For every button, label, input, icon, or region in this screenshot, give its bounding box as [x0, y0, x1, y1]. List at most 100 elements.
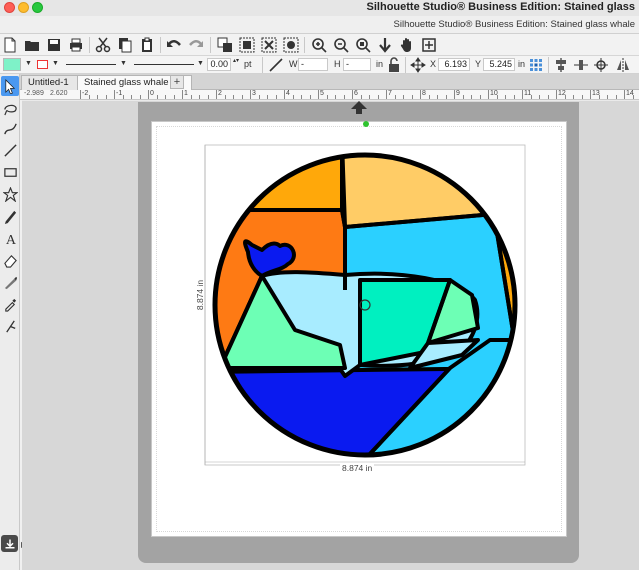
- new-document-icon[interactable]: [1, 36, 19, 54]
- ruler-minor-tick: [462, 95, 464, 99]
- line-tool-icon[interactable]: [268, 57, 284, 73]
- library-panel-button[interactable]: [1, 535, 18, 552]
- cursor-y-coordinate: 2.620: [50, 90, 68, 97]
- center-to-page-icon[interactable]: [593, 57, 609, 73]
- save-icon[interactable]: [45, 36, 63, 54]
- window-titlebar: Silhouette Studio® Business Edition: Sta…: [0, 0, 639, 16]
- tab-label: Untitled-1: [28, 77, 69, 88]
- zoom-out-icon[interactable]: [332, 36, 350, 54]
- line-tool[interactable]: [1, 140, 19, 160]
- align-icon[interactable]: [553, 57, 569, 73]
- line-color-dropdown-icon[interactable]: ▼: [52, 60, 59, 67]
- ruler-minor-tick: [190, 95, 192, 99]
- release-icon[interactable]: [282, 36, 300, 54]
- glass-pieces: [215, 155, 515, 455]
- line-style-sample[interactable]: [66, 64, 116, 65]
- ruler-number: 2: [218, 90, 222, 97]
- eraser-icon: [3, 254, 17, 268]
- fit-page-icon[interactable]: [420, 36, 438, 54]
- line-join-sample[interactable]: [134, 64, 194, 65]
- rectangle-tool[interactable]: [1, 162, 19, 182]
- cut-icon[interactable]: [94, 36, 112, 54]
- close-window-button[interactable]: [4, 2, 15, 13]
- horizontal-ruler: -2.989 2.620 -2 -1 0 1 2 3 4 5 6 7 8 9 10 11 12 13 14: [20, 90, 639, 100]
- mirror-icon[interactable]: [615, 57, 631, 73]
- ruler-tick: [420, 90, 421, 99]
- x-position-input[interactable]: 6.193: [438, 58, 470, 71]
- duplicate-icon[interactable]: [216, 36, 234, 54]
- download-icon: [5, 539, 14, 548]
- lock-aspect-icon[interactable]: [386, 57, 402, 73]
- eyedropper-tool[interactable]: [1, 294, 19, 314]
- line-width-input[interactable]: 0.00: [207, 58, 231, 71]
- ruler-minor-tick: [301, 95, 302, 99]
- size-unit: in: [376, 59, 384, 69]
- redo-icon[interactable]: [187, 36, 205, 54]
- eyedropper-icon: [4, 298, 16, 312]
- paste-icon[interactable]: [138, 36, 156, 54]
- maximize-window-button[interactable]: [32, 2, 43, 13]
- cut-line-icon: [5, 320, 15, 332]
- properties-toolbar: ▼ ▼ ▼ ▼ 0.00 ▴▾ pt W - H - in X 6.193 Y …: [0, 56, 639, 74]
- ruler-minor-tick: [437, 95, 438, 99]
- glass-piece: [215, 155, 344, 212]
- ruler-minor-tick: [139, 95, 141, 99]
- rotation-handle[interactable]: [363, 121, 369, 127]
- y-position-input[interactable]: 5.245: [483, 58, 515, 71]
- reference-point-icon[interactable]: [528, 57, 544, 73]
- print-icon[interactable]: [67, 36, 85, 54]
- line-join-dropdown-icon[interactable]: ▼: [197, 60, 204, 67]
- line-icon: [3, 143, 17, 157]
- ruler-tick: [556, 90, 557, 99]
- pan-down-icon[interactable]: [376, 36, 394, 54]
- ruler-minor-tick: [88, 95, 90, 99]
- pen-tool[interactable]: [1, 206, 19, 226]
- polygon-tool[interactable]: [1, 184, 19, 204]
- zoom-in-icon[interactable]: [310, 36, 328, 54]
- line-width-stepper-icon[interactable]: ▴▾: [233, 57, 239, 64]
- height-label: H: [334, 59, 341, 69]
- ruler-minor-tick: [156, 95, 158, 99]
- toolbar-separator: [405, 57, 406, 73]
- hand-icon[interactable]: [398, 36, 416, 54]
- draw-freehand-tool[interactable]: [1, 118, 19, 138]
- width-input[interactable]: -: [298, 58, 328, 71]
- toolbar-separator: [210, 37, 211, 53]
- y-label: Y: [475, 59, 482, 69]
- minimize-window-button[interactable]: [18, 2, 29, 13]
- ruler-minor-tick: [326, 95, 328, 99]
- ruler-number: 5: [320, 90, 324, 97]
- undo-icon[interactable]: [165, 36, 183, 54]
- open-folder-icon[interactable]: [23, 36, 41, 54]
- ruler-minor-tick: [547, 95, 549, 99]
- ruler-minor-tick: [369, 95, 370, 99]
- scissors-tool[interactable]: [1, 316, 19, 336]
- copy-icon[interactable]: [116, 36, 134, 54]
- line-style-dropdown-icon[interactable]: ▼: [120, 60, 127, 67]
- eraser-tool[interactable]: [1, 250, 19, 270]
- ruler-minor-tick: [131, 95, 132, 99]
- edit-points-tool[interactable]: [1, 98, 19, 118]
- move-icon[interactable]: [410, 57, 426, 73]
- ruler-minor-tick: [496, 95, 498, 99]
- select-tool[interactable]: [1, 76, 19, 96]
- distribute-icon[interactable]: [573, 57, 589, 73]
- ruler-tick: [590, 90, 591, 99]
- text-tool[interactable]: A: [1, 228, 19, 248]
- rectangle-icon: [3, 167, 17, 177]
- group-icon[interactable]: [238, 36, 256, 54]
- ruler-number: 0: [150, 90, 154, 97]
- knife-tool[interactable]: [1, 272, 19, 292]
- ruler-minor-tick: [573, 95, 574, 99]
- fill-color-swatch[interactable]: [3, 58, 21, 71]
- position-unit: in: [518, 59, 526, 69]
- add-tab-button[interactable]: +: [170, 75, 184, 89]
- stained-glass-whale-design[interactable]: [200, 140, 530, 470]
- width-dimension-label: 8.874 in: [340, 463, 375, 473]
- ungroup-icon[interactable]: [260, 36, 278, 54]
- line-color-swatch[interactable]: [37, 60, 48, 69]
- height-input[interactable]: -: [343, 58, 371, 71]
- height-dimension-label: 8.874 in: [195, 279, 206, 311]
- zoom-selection-icon[interactable]: [354, 36, 372, 54]
- fill-dropdown-icon[interactable]: ▼: [25, 60, 32, 67]
